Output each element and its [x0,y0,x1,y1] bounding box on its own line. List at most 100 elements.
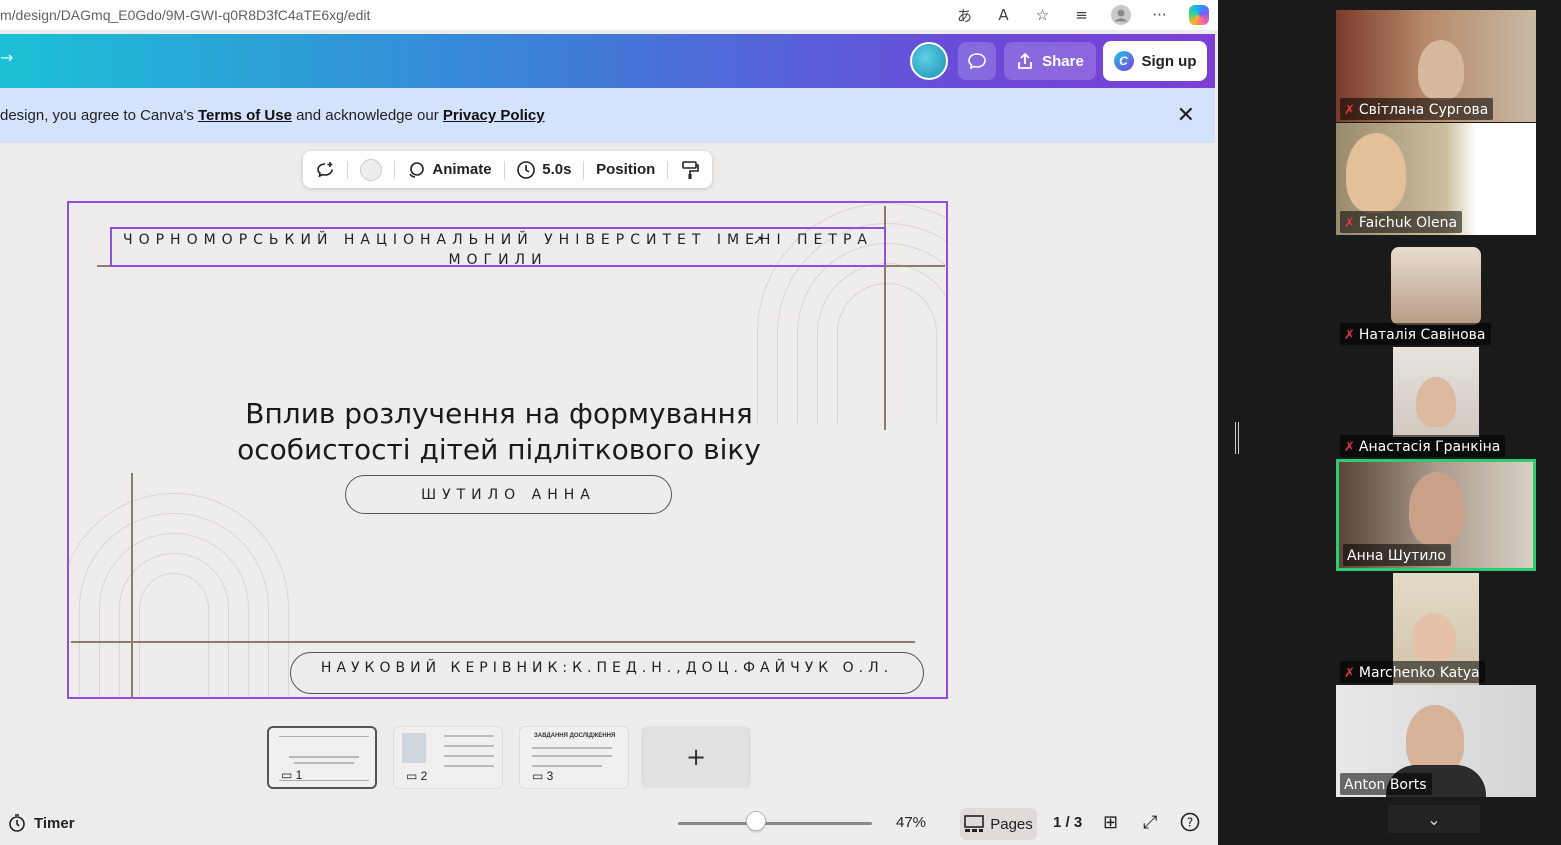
help-icon[interactable]: ? [1180,812,1200,837]
comment-icon [968,53,986,70]
zoom-slider-knob[interactable] [745,811,766,831]
participant-video [1346,133,1406,213]
mic-muted-icon: ✗ [1344,439,1355,455]
address-bar[interactable]: m/design/DAGmq_E0Gdo/9M-GWI-q0R8D3fC4aTE… [0,0,1218,30]
position-button[interactable]: Position [584,151,667,188]
terms-of-use-link[interactable]: Terms of Use [198,107,292,124]
thumb-line [444,755,494,757]
bottom-bar: Timer 47% Pages 1 / 3 ⊞ ⤢ ? [0,803,1215,845]
participant-name-tag: Anton Borts [1340,773,1432,795]
back-arrow-icon[interactable]: → [0,48,13,67]
page-number: ▭ 2 [406,769,428,783]
university-name[interactable]: ЧОРНОМОРСЬКИЙ НАЦІОНАЛЬНИЙ УНІВЕРСИТЕТ І… [110,227,886,268]
color-swatch [359,158,382,181]
mic-muted-icon: ✗ [1344,102,1355,118]
slide-title-line: Вплив розлучення на формування [245,397,753,430]
scroll-down-chevron-icon[interactable]: ⌄ [1388,805,1480,833]
copilot-icon[interactable] [1179,0,1218,30]
participant-name-tag: ✗ Наталія Савінова [1340,323,1491,345]
screen: m/design/DAGmq_E0Gdo/9M-GWI-q0R8D3fC4aTE… [0,0,1561,845]
comment-plus-icon [317,161,333,177]
thumb-line [294,762,354,764]
add-comment-button[interactable] [303,151,347,188]
read-aloud-icon[interactable]: A [984,0,1023,30]
share-button[interactable]: Share [1004,42,1096,80]
mic-muted-icon: ✗ [1344,665,1355,681]
supervisor-text[interactable]: НАУКОВИЙ КЕРІВНИК:К.ПЕД.Н.,ДОЦ.ФАЙЧУК О.… [290,652,924,694]
thumb-line [444,765,494,767]
url-text[interactable]: m/design/DAGmq_E0Gdo/9M-GWI-q0R8D3fC4aTE… [0,7,370,23]
share-upload-icon [1018,52,1033,69]
slide-canvas[interactable]: ЧОРНОМОРСЬКИЙ НАЦІОНАЛЬНИЙ УНІВЕРСИТЕТ І… [67,201,948,699]
clock-icon [517,160,536,179]
grid-view-icon[interactable]: ⊞ [1103,812,1118,833]
add-page-button[interactable]: + [641,726,751,788]
duration-button[interactable]: 5.0s [504,151,583,188]
slide-title-line: особистості дітей підліткового віку [237,433,761,466]
pages-button[interactable]: Pages [960,808,1037,840]
page-number: ▭ 1 [281,768,303,782]
browser-toolbar-icons: あ A ☆ ≡ ··· [945,0,1218,30]
participant-tile[interactable]: ✗ Анастасія Гранкіна [1336,347,1536,459]
close-icon[interactable]: ✕ [1177,102,1195,128]
color-button[interactable] [348,151,394,188]
copy-style-button[interactable] [668,151,712,188]
favorites-icon[interactable]: ≡ [1062,0,1101,30]
decorative-line [131,473,133,697]
thumb-line [444,735,494,737]
panel-resize-handle[interactable] [1235,422,1239,454]
participant-tile-active-speaker[interactable]: Анна Шутило [1336,459,1536,571]
page-count: 1 / 3 [1053,814,1083,831]
browser-window: m/design/DAGmq_E0Gdo/9M-GWI-q0R8D3fC4aTE… [0,0,1218,845]
timer-icon [9,814,25,832]
participant-name-tag: ✗ Світлана Сургова [1340,98,1494,120]
participant-tile[interactable]: Anton Borts [1336,685,1536,797]
thumb-line [279,736,369,737]
animate-button[interactable]: Animate [394,151,503,188]
participant-tile[interactable]: ✗ Наталія Савінова [1336,235,1536,347]
plus-icon: + [685,743,707,771]
participant-tile[interactable]: ✗ Faichuk Olena [1336,123,1536,235]
page-thumbnail-3[interactable]: ЗАВДАННЯ ДОСЛІДЖЕННЯ ▭ 3 [519,726,629,789]
mic-muted-icon: ✗ [1344,327,1355,343]
share-label: Share [1042,52,1084,70]
thumb-line [532,755,612,757]
page-thumbnail-2[interactable]: ▭ 2 [393,726,503,789]
slide-title[interactable]: Вплив розлучення на формування особистос… [189,396,809,468]
timer-button[interactable]: Timer [8,814,75,832]
participant-face [1416,377,1456,427]
position-label: Position [596,161,656,178]
zoom-level[interactable]: 47% [896,814,926,831]
thumb-image [402,733,426,763]
decorative-line [71,641,915,643]
participant-name-tag: ✗ Faichuk Olena [1340,211,1463,233]
thumb-line [532,765,602,767]
participant-tile[interactable]: ✗ Світлана Сургова [1336,10,1536,122]
comment-button[interactable] [958,42,996,80]
translate-icon[interactable]: あ [945,0,984,30]
fullscreen-icon[interactable]: ⤢ [1143,812,1157,833]
pages-icon [964,815,985,832]
thumb-line [444,745,494,747]
privacy-policy-link[interactable]: Privacy Policy [443,107,545,124]
page-number: ▭ 3 [532,769,554,783]
more-icon[interactable]: ··· [1140,0,1179,30]
user-avatar[interactable] [910,42,948,80]
element-toolbar: Animate 5.0s Position [303,151,712,188]
meeting-participants-panel: ✗ Світлана Сургова ✗ Faichuk Olena ✗ Наталі… [1218,0,1561,845]
participant-face [1412,613,1456,663]
animate-label: Animate [432,161,492,178]
participant-face [1409,472,1465,546]
participant-name-tag: ✗ Анастасія Гранкіна [1340,435,1506,457]
favorite-star-icon[interactable]: ☆ [1023,0,1062,30]
svg-text:?: ? [1187,816,1193,830]
zoom-slider-track[interactable] [678,822,872,825]
author-name[interactable]: ШУТИЛО АННА [345,475,672,514]
profile-icon[interactable] [1101,0,1140,30]
canva-header: → Share C Sign up [0,34,1215,88]
terms-banner: design, you agree to Canva's Terms of Us… [0,88,1215,143]
page-thumbnail-1[interactable]: ▭ 1 [267,726,377,789]
pages-label: Pages [990,815,1033,833]
participant-tile[interactable]: ✗ Marchenko Katya [1336,573,1536,685]
sign-up-button[interactable]: C Sign up [1103,41,1207,81]
